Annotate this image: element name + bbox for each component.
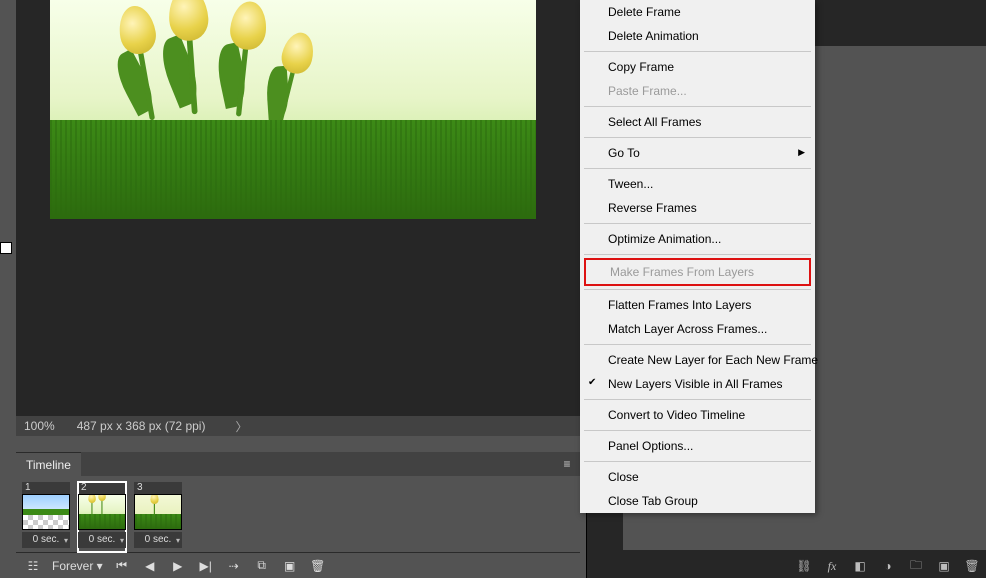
canvas-area: 100% 487 px x 368 px (72 ppi) 〉 [16,0,580,436]
menu-item[interactable]: Close Tab Group [580,489,815,513]
menu-item-highlight: Make Frames From Layers [584,258,811,286]
timeline-frame[interactable]: 3 0 sec. [134,482,182,552]
menu-item[interactable]: Go To [580,141,815,165]
panel-menu-icon[interactable]: ≡ [554,457,580,471]
menu-item-label: Delete Frame [608,5,681,19]
timeline-frames: 1 0 sec. 2 0 sec. 3 0 sec [16,476,580,552]
timeline-footer: ☷ Forever ▾ ⏮ ◀ ▶ ▶| ⇢ ⧉ ▣ 🗑 [16,552,580,578]
tools-strip [0,0,16,258]
zoom-level[interactable]: 100% [24,419,55,433]
frame-number: 3 [134,482,182,494]
prev-frame-icon[interactable]: ◀ [141,557,159,575]
timeline-panel: Timeline ≡ 1 0 sec. 2 0 sec. 3 [16,452,580,578]
frame-number: 2 [78,482,126,494]
frame-number: 1 [22,482,70,494]
foreground-swatch[interactable] [0,242,12,254]
menu-item[interactable]: Create New Layer for Each New Frame [580,348,815,372]
play-icon[interactable]: ▶ [169,557,187,575]
menu-item[interactable]: Delete Frame [580,0,815,24]
menu-separator [584,254,811,255]
menu-item-label: Select All Frames [608,115,701,129]
frame-delay[interactable]: 0 sec. [22,532,70,548]
menu-separator [584,51,811,52]
menu-item[interactable]: Tween... [580,172,815,196]
menu-item[interactable]: Convert to Video Timeline [580,403,815,427]
duplicate-frame-icon[interactable]: ⧉ [253,557,271,575]
status-more-icon[interactable]: 〉 [235,418,247,435]
menu-item[interactable]: New Layers Visible in All Frames [580,372,815,396]
new-frame-icon[interactable]: ▣ [281,557,299,575]
adjustment-layer-icon[interactable]: ◑ [880,558,896,574]
menu-item[interactable]: Panel Options... [580,434,815,458]
layer-mask-icon[interactable]: ◧ [852,558,868,574]
new-layer-icon[interactable]: ▣ [936,558,952,574]
menu-item-label: Paste Frame... [608,84,687,98]
menu-item-label: New Layers Visible in All Frames [608,377,783,391]
menu-separator [584,289,811,290]
menu-separator [584,106,811,107]
menu-item-label: Close [608,470,639,484]
first-frame-icon[interactable]: ⏮ [113,557,131,575]
menu-separator [584,461,811,462]
status-bar: 100% 487 px x 368 px (72 ppi) 〉 [16,416,580,436]
menu-item-label: Panel Options... [608,439,693,453]
menu-separator [584,137,811,138]
layers-footer: ⛓ fx ◧ ◑ 🗀 ▣ 🗑 [796,558,980,574]
delete-layer-icon[interactable]: 🗑 [964,558,980,574]
group-icon[interactable]: 🗀 [908,558,924,574]
menu-item[interactable]: Copy Frame [580,55,815,79]
canvas[interactable] [50,0,536,219]
menu-separator [584,168,811,169]
menu-item: Make Frames From Layers [586,260,809,284]
menu-item-label: Copy Frame [608,60,674,74]
loop-dropdown[interactable]: Forever ▾ [52,559,103,573]
tween-icon[interactable]: ⇢ [225,557,243,575]
menu-item-label: Tween... [608,177,653,191]
menu-item-label: Delete Animation [608,29,699,43]
menu-item-label: Reverse Frames [608,201,697,215]
frame-delay[interactable]: 0 sec. [78,532,126,548]
link-layers-icon[interactable]: ⛓ [796,558,812,574]
menu-separator [584,430,811,431]
convert-timeline-icon[interactable]: ☷ [24,557,42,575]
menu-item[interactable]: Close [580,465,815,489]
timeline-frame[interactable]: 2 0 sec. [78,482,126,552]
layer-fx-icon[interactable]: fx [824,558,840,574]
menu-item-label: Flatten Frames Into Layers [608,298,751,312]
menu-item-label: Convert to Video Timeline [608,408,745,422]
frame-thumb[interactable] [134,494,182,530]
menu-item-label: Optimize Animation... [608,232,721,246]
menu-item[interactable]: Flatten Frames Into Layers [580,293,815,317]
menu-item-label: Go To [608,146,640,160]
tab-timeline[interactable]: Timeline [16,452,81,476]
frame-delay[interactable]: 0 sec. [134,532,182,548]
menu-item-label: Create New Layer for Each New Frame [608,353,818,367]
menu-item[interactable]: Optimize Animation... [580,227,815,251]
menu-item-label: Match Layer Across Frames... [608,322,767,336]
menu-item: Paste Frame... [580,79,815,103]
menu-item-label: Make Frames From Layers [610,265,754,279]
timeline-context-menu: Delete Frame Delete Animation Copy Frame Pa… [580,0,815,513]
menu-item[interactable]: Select All Frames [580,110,815,134]
timeline-header: Timeline ≡ [16,452,580,476]
timeline-frame[interactable]: 1 0 sec. [22,482,70,552]
menu-separator [584,399,811,400]
doc-dimensions: 487 px x 368 px (72 ppi) [77,419,206,433]
frame-thumb[interactable] [22,494,70,530]
menu-separator [584,223,811,224]
menu-item[interactable]: Match Layer Across Frames... [580,317,815,341]
frame-thumb[interactable] [78,494,126,530]
delete-frame-icon[interactable]: 🗑 [309,557,327,575]
menu-item-label: Close Tab Group [608,494,698,508]
menu-item[interactable]: Reverse Frames [580,196,815,220]
menu-separator [584,344,811,345]
next-frame-icon[interactable]: ▶| [197,557,215,575]
menu-item[interactable]: Delete Animation [580,24,815,48]
